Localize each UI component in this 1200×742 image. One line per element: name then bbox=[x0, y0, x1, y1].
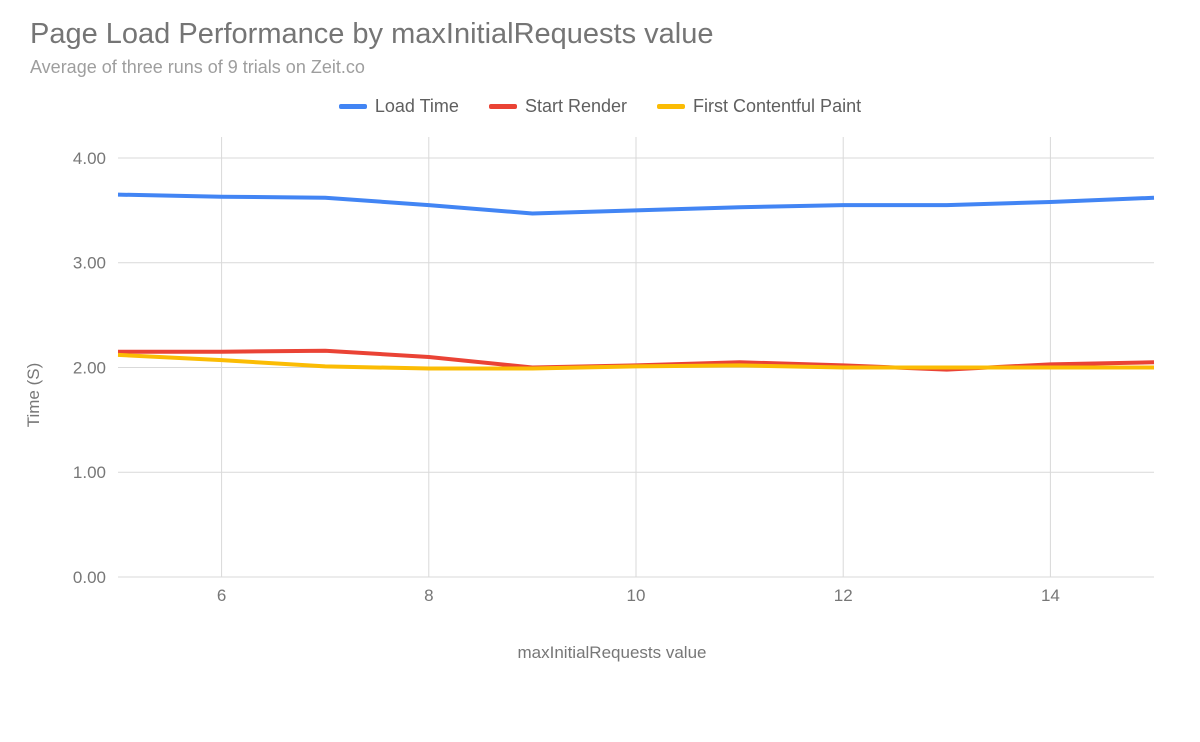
svg-text:4.00: 4.00 bbox=[73, 149, 106, 168]
svg-text:10: 10 bbox=[627, 586, 646, 605]
svg-text:2.00: 2.00 bbox=[73, 358, 106, 377]
chart: Page Load Performance by maxInitialReque… bbox=[30, 18, 1170, 663]
chart-subtitle: Average of three runs of 9 trials on Zei… bbox=[30, 57, 1170, 78]
legend-swatch bbox=[489, 104, 517, 109]
legend-item-start-render: Start Render bbox=[489, 96, 627, 117]
legend-item-load-time: Load Time bbox=[339, 96, 459, 117]
legend-item-first-contentful-paint: First Contentful Paint bbox=[657, 96, 861, 117]
svg-text:6: 6 bbox=[217, 586, 226, 605]
x-axis-label: maxInitialRequests value bbox=[54, 643, 1170, 663]
legend-label: Start Render bbox=[525, 96, 627, 117]
svg-text:14: 14 bbox=[1041, 586, 1060, 605]
legend-label: First Contentful Paint bbox=[693, 96, 861, 117]
legend-swatch bbox=[339, 104, 367, 109]
chart-title: Page Load Performance by maxInitialReque… bbox=[30, 18, 1170, 51]
plot-area: Time (S) 0.001.002.003.004.0068101214 ma… bbox=[54, 127, 1170, 663]
legend-label: Load Time bbox=[375, 96, 459, 117]
svg-text:12: 12 bbox=[834, 586, 853, 605]
svg-text:1.00: 1.00 bbox=[73, 463, 106, 482]
svg-text:0.00: 0.00 bbox=[73, 568, 106, 587]
y-axis-label: Time (S) bbox=[24, 363, 44, 428]
legend: Load Time Start Render First Contentful … bbox=[30, 96, 1170, 117]
legend-swatch bbox=[657, 104, 685, 109]
svg-text:3.00: 3.00 bbox=[73, 254, 106, 273]
chart-svg: 0.00 1.00 2.00 3.00 4.00 6 8 10 12 14 bbox=[54, 127, 1164, 607]
svg-text:8: 8 bbox=[424, 586, 433, 605]
